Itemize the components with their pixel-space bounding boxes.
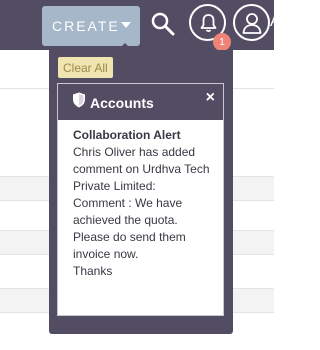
chevron-down-icon bbox=[121, 22, 131, 28]
notification-message-line: comment on Urdhva Tech bbox=[73, 162, 210, 176]
notification-body: Collaboration Alert Chris Oliver has add… bbox=[73, 127, 223, 280]
notification-message-line: Please do send them bbox=[73, 230, 186, 244]
create-button-label: CREATE bbox=[52, 18, 120, 34]
notification-card: Accounts × Collaboration Alert Chris Oli… bbox=[57, 83, 224, 316]
notification-message-line: Comment : We have bbox=[73, 196, 183, 210]
notification-header: Accounts × bbox=[58, 84, 223, 120]
close-icon[interactable]: × bbox=[206, 90, 215, 106]
notification-subject: Collaboration Alert bbox=[73, 128, 181, 142]
user-name-initial[interactable]: A bbox=[270, 13, 281, 31]
search-icon[interactable] bbox=[150, 11, 176, 37]
notification-message-line: Thanks bbox=[73, 264, 113, 278]
notification-message-line: achieved the quota. bbox=[73, 213, 178, 227]
notification-message-line: Chris Oliver has added bbox=[73, 145, 196, 159]
notification-message-line: invoice now. bbox=[73, 247, 139, 261]
user-menu-button[interactable] bbox=[233, 4, 270, 41]
notification-message-line: Private Limited: bbox=[73, 179, 156, 193]
bell-icon bbox=[200, 14, 217, 33]
clear-all-button[interactable]: Clear All bbox=[58, 57, 113, 78]
avatar-icon bbox=[242, 13, 262, 34]
notification-count-badge: 1 bbox=[213, 33, 231, 51]
create-button[interactable]: CREATE bbox=[42, 6, 140, 46]
shield-icon bbox=[73, 92, 85, 108]
notification-module-title[interactable]: Accounts bbox=[90, 95, 154, 111]
top-navigation-bar: CREATE A bbox=[0, 0, 281, 50]
